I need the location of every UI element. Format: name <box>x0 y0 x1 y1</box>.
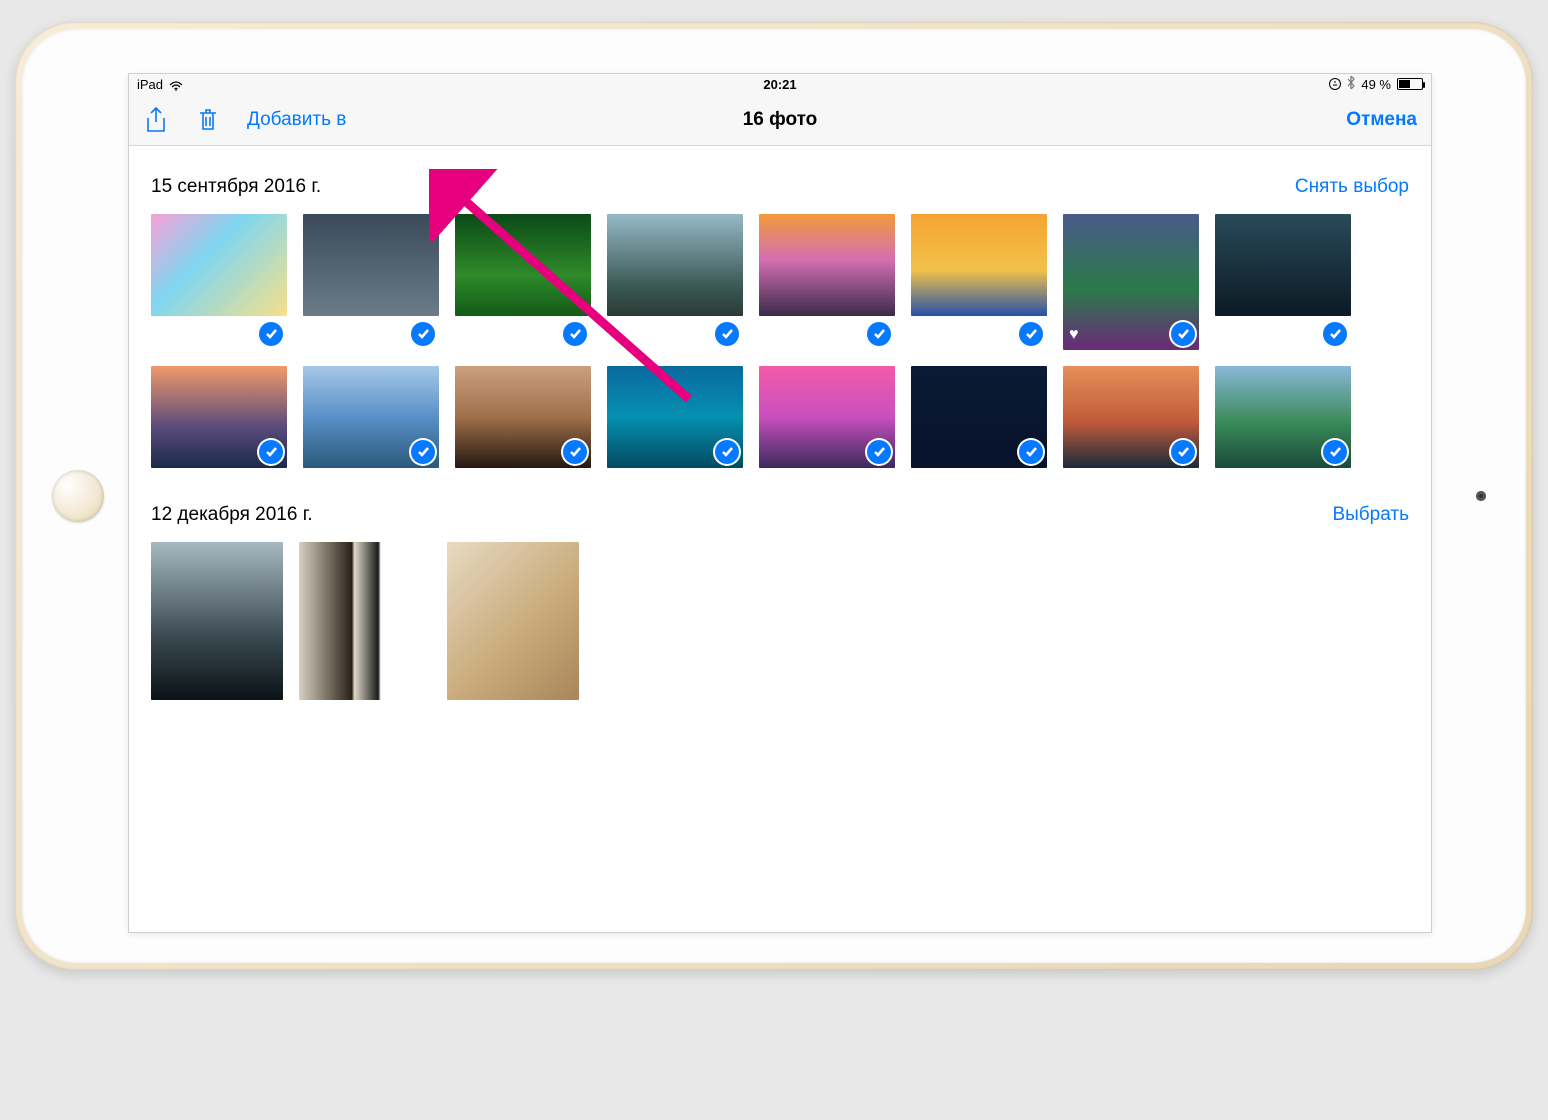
photo-image <box>151 214 287 316</box>
photo-thumbnail[interactable] <box>151 542 283 700</box>
photo-image <box>447 542 579 700</box>
photo-grid: ♥ <box>129 208 1431 474</box>
photo-thumbnail[interactable] <box>607 366 743 468</box>
status-bar: iPad 20:21 49 % <box>129 74 1431 94</box>
section-header: 15 сентября 2016 г. Снять выбор <box>129 146 1431 208</box>
photo-thumbnail[interactable] <box>303 366 439 468</box>
photo-thumbnail[interactable] <box>759 214 895 350</box>
photo-thumbnail[interactable] <box>455 214 591 350</box>
photo-thumbnail[interactable] <box>151 214 287 350</box>
selected-checkmark-icon <box>1019 322 1043 346</box>
photo-thumbnail[interactable] <box>607 214 743 350</box>
ipad-bezel: iPad 20:21 49 % <box>22 29 1526 963</box>
selected-checkmark-icon <box>715 440 739 464</box>
photo-image <box>759 214 895 316</box>
photo-thumbnail[interactable] <box>1215 366 1351 468</box>
deselect-button[interactable]: Снять выбор <box>1295 176 1409 198</box>
orientation-lock-icon <box>1329 78 1341 90</box>
clock: 20:21 <box>763 77 796 92</box>
nav-title: 16 фото <box>743 109 818 131</box>
photo-thumbnail[interactable] <box>1063 366 1199 468</box>
photo-image <box>151 542 283 700</box>
photo-thumbnail[interactable] <box>151 366 287 468</box>
device-label: iPad <box>137 77 163 92</box>
selected-checkmark-icon <box>1019 440 1043 464</box>
photo-thumbnail[interactable] <box>759 366 895 468</box>
section-date: 12 декабря 2016 г. <box>151 504 313 526</box>
photo-collection[interactable]: 15 сентября 2016 г. Снять выбор ♥ 12 декабр… <box>129 146 1431 932</box>
photo-thumbnail[interactable] <box>911 214 1047 350</box>
selected-checkmark-icon <box>563 322 587 346</box>
screen: iPad 20:21 49 % <box>128 73 1432 933</box>
selected-checkmark-icon <box>867 440 891 464</box>
cancel-button[interactable]: Отмена <box>1346 109 1417 131</box>
selected-checkmark-icon <box>1323 440 1347 464</box>
select-button[interactable]: Выбрать <box>1332 504 1409 526</box>
photo-image <box>1215 214 1351 316</box>
photo-thumbnail[interactable] <box>911 366 1047 468</box>
photo-grid <box>129 536 1431 706</box>
photo-thumbnail[interactable] <box>455 366 591 468</box>
battery-icon <box>1397 78 1423 90</box>
selected-checkmark-icon <box>715 322 739 346</box>
photo-thumbnail[interactable] <box>303 214 439 350</box>
photo-thumbnail[interactable] <box>1215 214 1351 350</box>
photo-thumbnail[interactable]: ♥ <box>1063 214 1199 350</box>
selected-checkmark-icon <box>1171 322 1195 346</box>
selected-checkmark-icon <box>411 322 435 346</box>
photo-image <box>911 214 1047 316</box>
selected-checkmark-icon <box>563 440 587 464</box>
photo-image <box>303 214 439 316</box>
navigation-bar: Добавить в 16 фото Отмена <box>129 94 1431 146</box>
share-button[interactable] <box>143 105 169 135</box>
photo-thumbnail[interactable] <box>447 542 579 700</box>
selected-checkmark-icon <box>867 322 891 346</box>
battery-percent: 49 % <box>1361 77 1391 92</box>
selected-checkmark-icon <box>411 440 435 464</box>
ipad-frame: iPad 20:21 49 % <box>15 22 1533 970</box>
bluetooth-icon <box>1347 76 1355 92</box>
selected-checkmark-icon <box>259 322 283 346</box>
section-header: 12 декабря 2016 г. Выбрать <box>129 474 1431 536</box>
wifi-icon <box>169 79 183 89</box>
trash-button[interactable] <box>195 105 221 135</box>
home-button[interactable] <box>52 470 104 522</box>
selected-checkmark-icon <box>1171 440 1195 464</box>
photo-thumbnail[interactable] <box>299 542 431 700</box>
front-camera <box>1476 491 1486 501</box>
photo-image <box>607 214 743 316</box>
selected-checkmark-icon <box>1323 322 1347 346</box>
selected-checkmark-icon <box>259 440 283 464</box>
favorite-heart-icon: ♥ <box>1069 326 1079 344</box>
section-date: 15 сентября 2016 г. <box>151 176 321 198</box>
add-to-button[interactable]: Добавить в <box>247 109 346 131</box>
photo-image <box>455 214 591 316</box>
photo-image <box>299 542 431 700</box>
